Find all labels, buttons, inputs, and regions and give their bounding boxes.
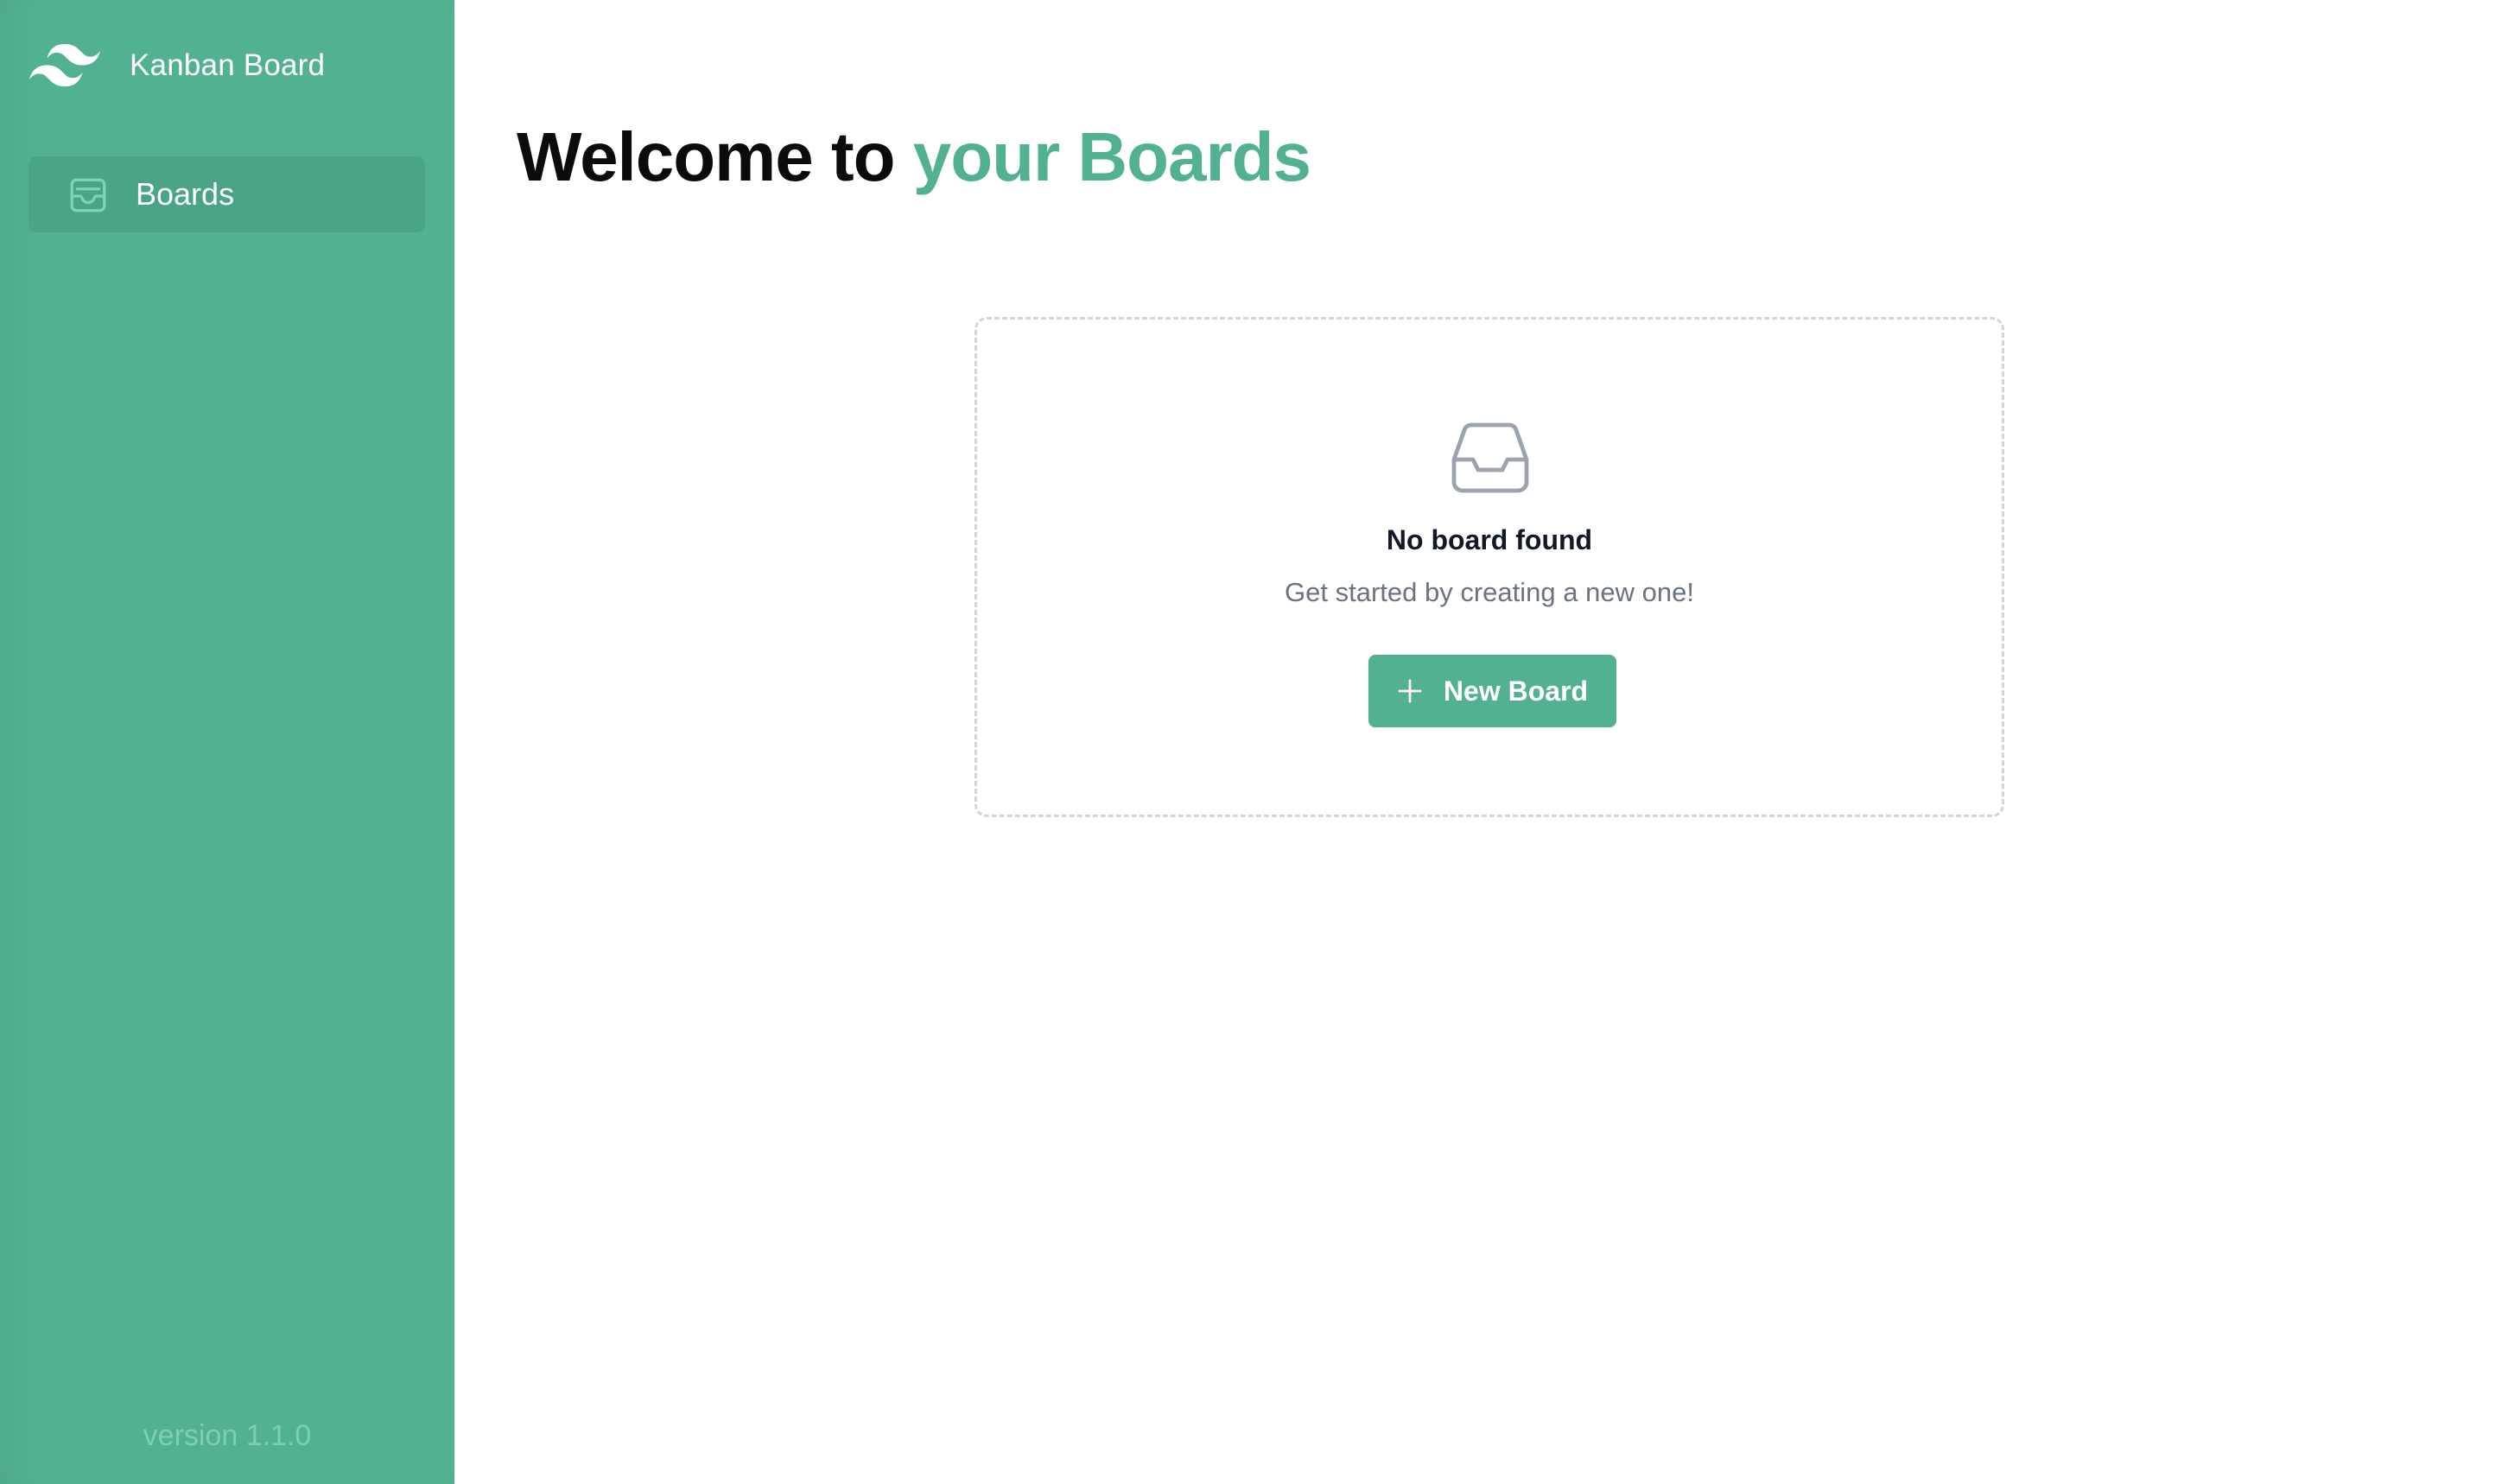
empty-state: No board found Get started by creating a…	[974, 317, 2004, 817]
new-board-button[interactable]: New Board	[1368, 655, 1616, 727]
app-title: Kanban Board	[130, 48, 326, 82]
page-title-part1: Welcome to	[517, 118, 895, 195]
sidebar-item-boards[interactable]: Boards	[29, 156, 425, 232]
inbox-icon	[1449, 422, 1532, 494]
page-title-accent: your Boards	[912, 118, 1311, 195]
brand[interactable]: Kanban Board	[29, 40, 325, 92]
new-board-button-label: New Board	[1443, 675, 1589, 707]
plus-icon	[1397, 678, 1423, 704]
empty-state-title: No board found	[1386, 524, 1593, 555]
version-label: version 1.1.0	[143, 1419, 312, 1452]
sidebar: Kanban Board Boards version 1.1.0	[0, 0, 454, 1484]
tailwind-wave-icon	[29, 43, 100, 88]
empty-state-subtitle: Get started by creating a new one!	[1285, 577, 1694, 607]
sidebar-item-label: Boards	[136, 176, 235, 212]
inbox-icon	[67, 176, 110, 212]
page-title: Welcome to your Boards	[517, 117, 1311, 197]
